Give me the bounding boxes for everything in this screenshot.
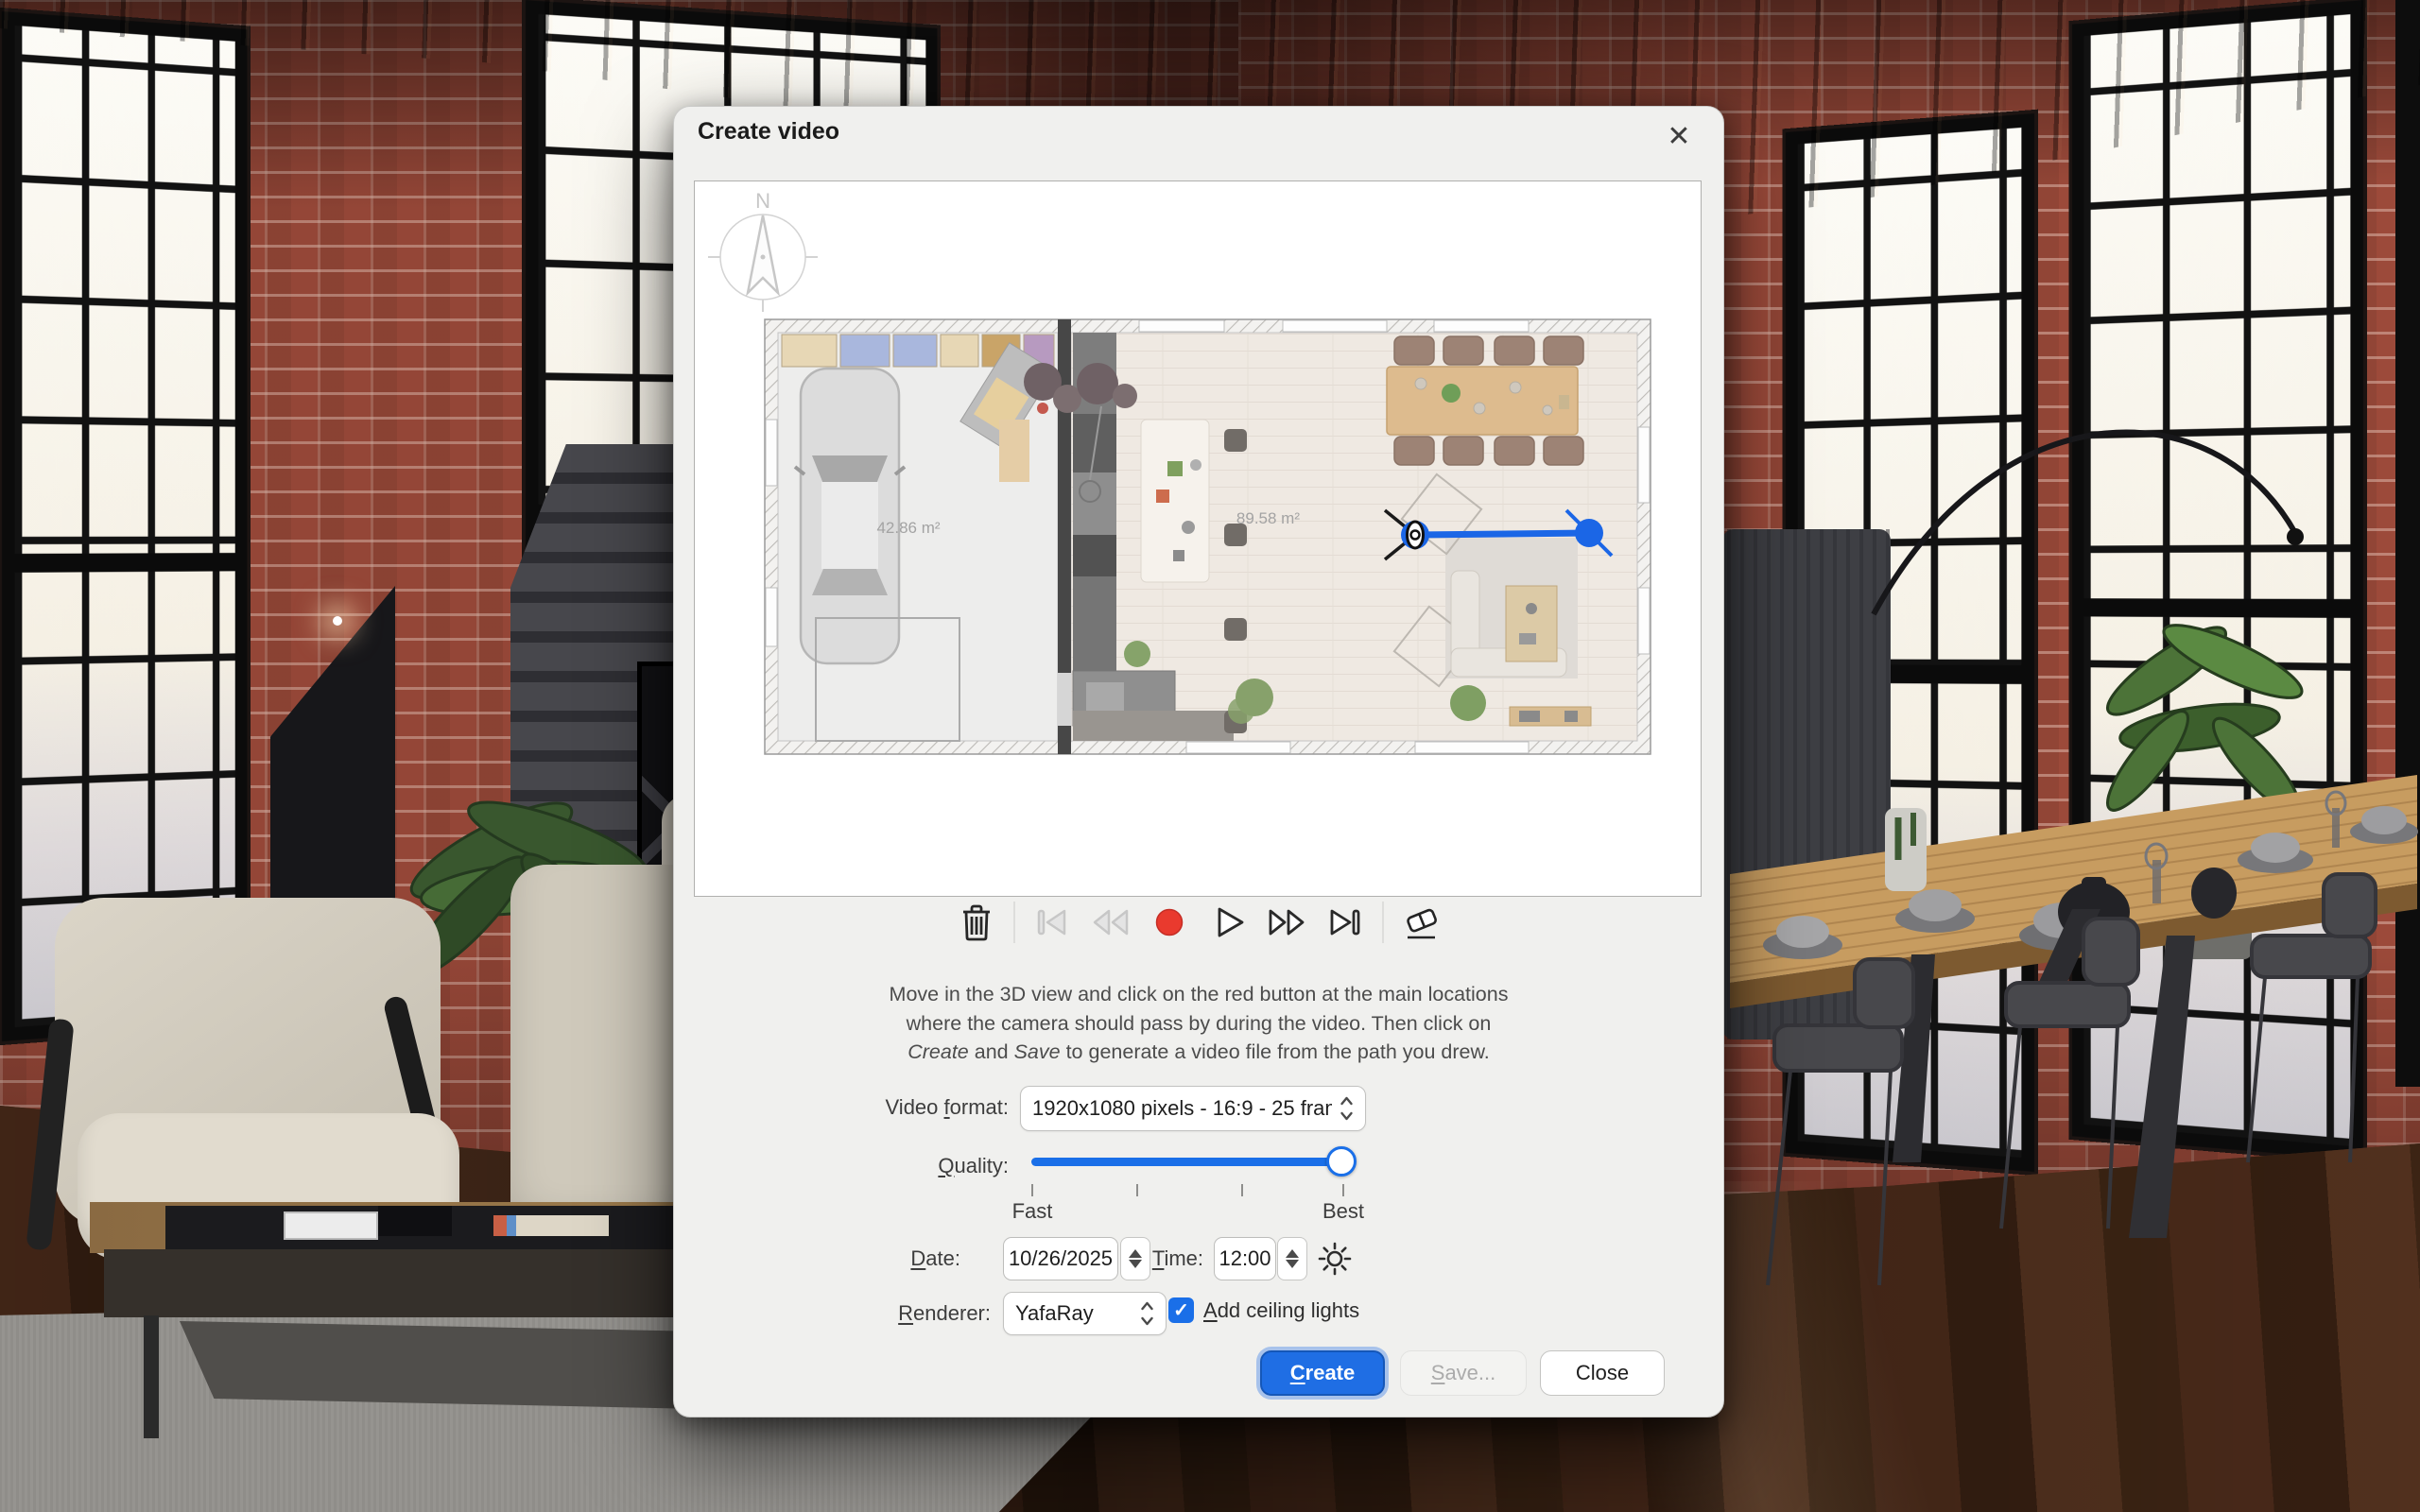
screen: Create video ✕ <box>0 0 2420 1512</box>
media-bench <box>1510 707 1591 726</box>
skip-start-icon <box>1030 901 1074 944</box>
quality-slider-thumb[interactable] <box>1326 1146 1357 1177</box>
stepper-down-icon[interactable] <box>1286 1260 1299 1268</box>
create-button[interactable]: Create <box>1260 1350 1385 1396</box>
play-icon[interactable] <box>1206 901 1250 944</box>
quality-fast-label: Fast <box>990 1199 1075 1224</box>
car-top-view <box>795 369 905 663</box>
compass-icon: N <box>708 189 818 312</box>
garage-area-label: 42.86 m² <box>876 519 940 537</box>
living-rug <box>1141 420 1209 582</box>
add-ceiling-lights-checkbox[interactable]: ✓ <box>1168 1297 1194 1323</box>
chevron-up-down-icon <box>1340 1095 1354 1122</box>
video-format-select[interactable]: 1920x1080 pixels - 16:9 - 25 frames... <box>1020 1086 1366 1131</box>
instructions-text: Move in the 3D view and click on the red… <box>674 980 1723 1067</box>
magazine <box>284 1211 378 1240</box>
camera-path-preview[interactable]: N <box>694 180 1702 897</box>
magazine-stack <box>493 1215 609 1236</box>
quality-best-label: Best <box>1301 1199 1386 1224</box>
save-button[interactable]: Save... <box>1400 1350 1527 1396</box>
add-ceiling-lights-label[interactable]: Add ceiling lights <box>1203 1298 1359 1323</box>
renderer-value: YafaRay <box>1015 1301 1094 1326</box>
small-red-item <box>1037 403 1048 414</box>
close-button[interactable]: Close <box>1540 1350 1665 1396</box>
delete-path-icon[interactable] <box>955 901 998 944</box>
date-field[interactable]: 10/26/2025 <box>1003 1237 1118 1280</box>
slider-tick <box>1241 1184 1243 1196</box>
compass-north-label: N <box>755 189 770 213</box>
fast-forward-icon[interactable] <box>1265 901 1308 944</box>
time-stepper[interactable] <box>1277 1237 1307 1280</box>
black-book <box>378 1206 452 1236</box>
quality-label: Quality: <box>674 1154 1009 1178</box>
video-format-label: Video format: <box>674 1095 1009 1120</box>
window-left-1 <box>2 11 247 1041</box>
record-icon[interactable] <box>1148 901 1191 944</box>
slider-tick <box>1342 1184 1344 1196</box>
renderer-label: Renderer: <box>674 1301 991 1326</box>
video-format-value: 1920x1080 pixels - 16:9 - 25 frames... <box>1032 1096 1332 1121</box>
rewind-icon <box>1089 901 1132 944</box>
stepper-up-icon[interactable] <box>1286 1249 1299 1258</box>
slider-tick <box>1031 1184 1033 1196</box>
daylight-sun-icon <box>1317 1241 1353 1277</box>
close-icon[interactable]: ✕ <box>1659 116 1699 156</box>
time-field[interactable]: 12:00 <box>1214 1237 1276 1280</box>
slider-tick <box>1136 1184 1138 1196</box>
chevron-up-down-icon <box>1140 1300 1154 1327</box>
skip-end-icon[interactable] <box>1323 901 1367 944</box>
renderer-select[interactable]: YafaRay <box>1003 1292 1167 1335</box>
arc-lamp <box>1874 432 2295 614</box>
create-video-dialog: Create video ✕ <box>673 106 1724 1418</box>
toolbar-separator <box>1382 902 1384 943</box>
time-label: Time: <box>1109 1246 1203 1271</box>
wall-lamp <box>333 616 342 626</box>
coffee-table-leg <box>144 1315 159 1438</box>
toolbar-separator <box>1013 902 1015 943</box>
video-path-toolbar <box>674 901 1723 944</box>
garage-mat <box>999 420 1029 482</box>
camera-path-end-point[interactable] <box>1575 519 1603 547</box>
erase-icon[interactable] <box>1399 901 1443 944</box>
check-icon: ✓ <box>1173 1298 1189 1322</box>
dialog-title: Create video <box>698 118 839 146</box>
dining-area <box>1722 331 2420 1512</box>
floor-plan: N <box>695 181 1701 896</box>
date-label: Date: <box>674 1246 960 1271</box>
living-area-label: 89.58 m² <box>1236 509 1300 527</box>
quality-slider-track[interactable] <box>1031 1158 1345 1166</box>
